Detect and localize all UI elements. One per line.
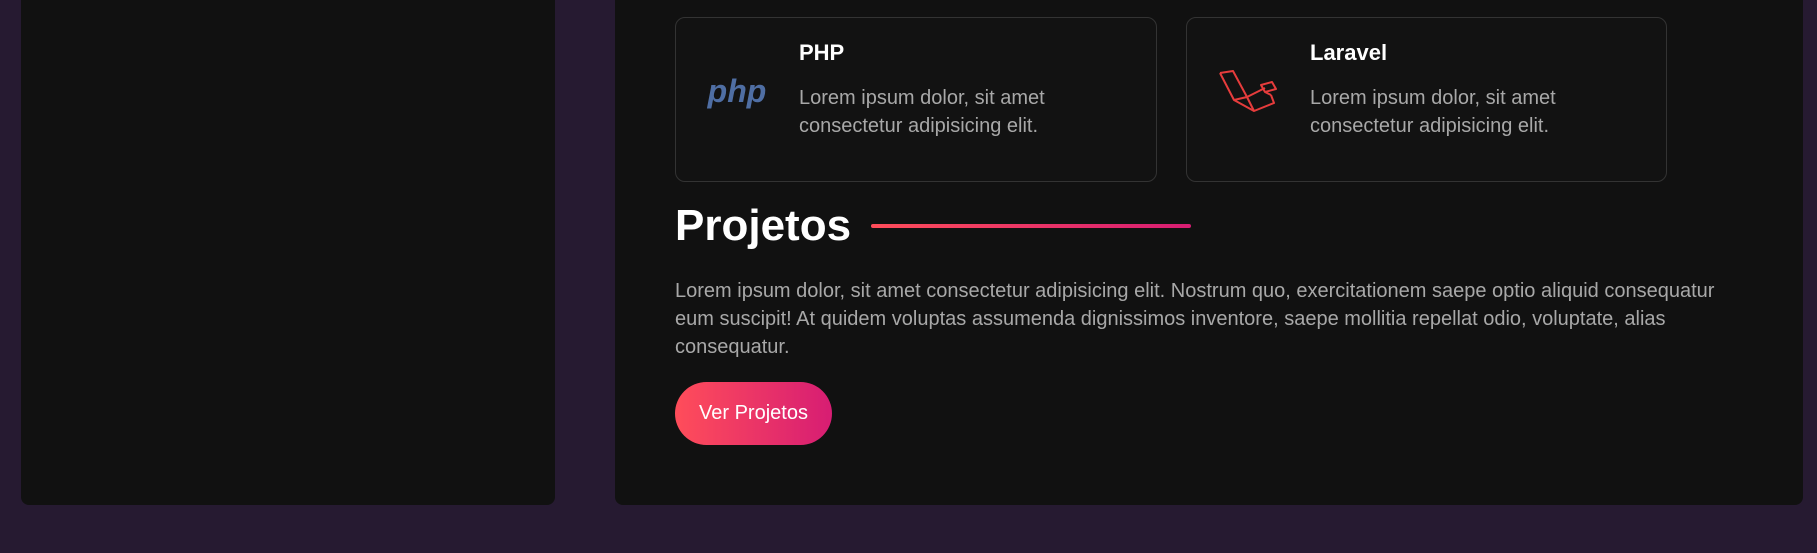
laravel-icon (1217, 68, 1279, 118)
main-panel: php PHP Lorem ipsum dolor, sit amet cons… (615, 0, 1803, 505)
skill-description: Lorem ipsum dolor, sit amet consectetur … (1310, 87, 1556, 137)
php-icon: php (706, 68, 768, 118)
left-panel (21, 0, 555, 505)
page: php PHP Lorem ipsum dolor, sit amet cons… (0, 0, 1817, 553)
skill-card-php: php PHP Lorem ipsum dolor, sit amet cons… (675, 17, 1157, 182)
title-underline (871, 224, 1191, 228)
skill-title: Laravel (1310, 40, 1388, 65)
skill-description: Lorem ipsum dolor, sit amet consectetur … (799, 87, 1045, 137)
php-icon-text: php (707, 76, 767, 109)
projects-title: Projetos (675, 201, 852, 250)
projects-description: Lorem ipsum dolor, sit amet consectetur … (675, 280, 1715, 358)
skill-card-laravel: Laravel Lorem ipsum dolor, sit amet cons… (1186, 17, 1667, 182)
skill-title: PHP (799, 40, 845, 65)
view-projects-button[interactable]: Ver Projetos (675, 382, 832, 445)
